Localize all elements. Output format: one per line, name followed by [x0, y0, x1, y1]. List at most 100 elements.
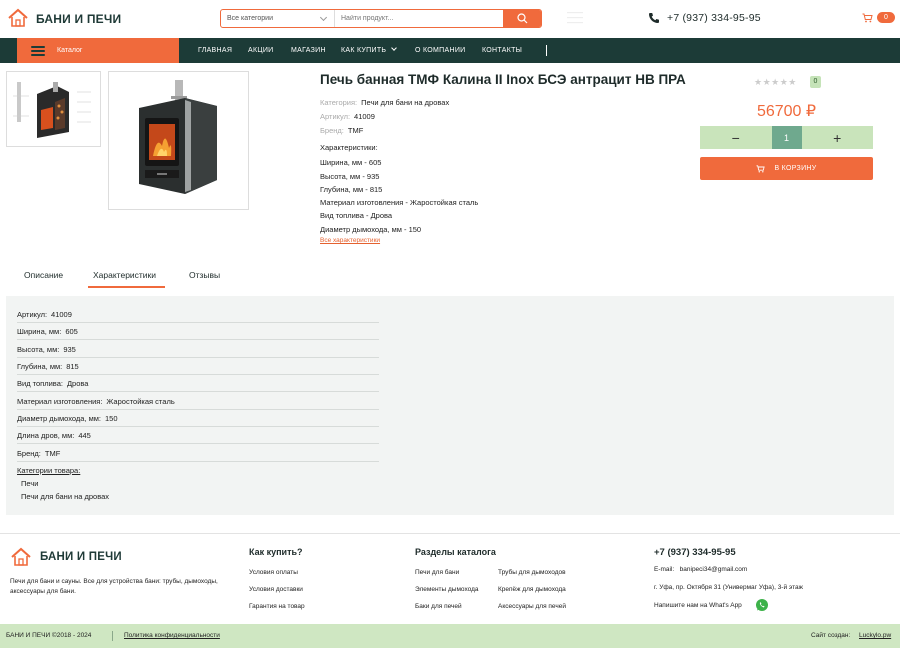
- spec-row: Ширина, мм: 605: [17, 327, 379, 340]
- menu-icon[interactable]: [567, 12, 583, 24]
- whatsapp-icon[interactable]: [755, 598, 769, 614]
- footer-divider: [0, 533, 900, 534]
- made-by-label: Сайт создан:: [811, 632, 851, 639]
- qty-plus-button[interactable]: +: [802, 126, 874, 149]
- search-category-label: Все категории: [227, 15, 273, 22]
- spec-row: Артикул: 41009: [17, 310, 379, 323]
- spec-line: Высота, мм - 935: [320, 172, 379, 181]
- spec-row-value: 445: [78, 431, 91, 440]
- rating-stars[interactable]: ★★★★★: [754, 77, 797, 88]
- spec-value: 815: [369, 185, 383, 194]
- header-phone[interactable]: +7 (937) 334-95-95: [667, 12, 761, 24]
- brand-value: TMF: [347, 126, 364, 135]
- all-specs-link[interactable]: Все характеристики: [320, 237, 380, 244]
- spec-value: Жаростойкая сталь: [410, 198, 479, 207]
- spec-line: Глубина, мм - 815: [320, 185, 382, 194]
- brand-label: Бренд:: [320, 126, 344, 135]
- email-link[interactable]: banipeci34@gmail.com: [680, 566, 748, 573]
- spec-row: Высота, мм: 935: [17, 345, 379, 358]
- privacy-link[interactable]: Политика конфиденциальности: [124, 624, 220, 648]
- add-to-cart-label: В КОРЗИНУ: [774, 165, 817, 172]
- phone-icon: [648, 12, 660, 26]
- nav-divider: [546, 45, 547, 56]
- category-link-pechi[interactable]: Печи: [21, 479, 38, 488]
- footer-address: г. Уфа, пр. Октября 31 (Универмаг Уфа), …: [654, 584, 803, 591]
- product-title: Печь банная ТМФ Калина II Inox БСЭ антра…: [320, 72, 686, 87]
- nav-item-home[interactable]: ГЛАВНАЯ: [198, 38, 232, 63]
- footer-link-warranty[interactable]: Гарантия на товар: [249, 603, 305, 610]
- spec-row: Длина дров, мм: 445: [17, 431, 379, 444]
- spec-row-key: Материал изготовления:: [17, 397, 103, 406]
- footer-link-chimney-fasteners[interactable]: Крепёж для дымохода: [498, 586, 566, 593]
- spec-row-key: Высота, мм:: [17, 345, 60, 354]
- bottom-divider: [112, 631, 113, 641]
- spec-row-value: 935: [63, 345, 76, 354]
- made-by-link[interactable]: Luckylo.pw: [859, 624, 891, 648]
- spec-value: 605: [368, 158, 382, 167]
- nav-item-shop[interactable]: МАГАЗИН: [291, 38, 326, 63]
- hamburger-icon: [31, 45, 45, 56]
- nav-item-how-to-buy-label: КАК КУПИТЬ: [341, 47, 387, 54]
- qty-minus-button[interactable]: −: [700, 126, 772, 149]
- search-button[interactable]: [503, 10, 541, 27]
- search-bar: Все категории: [220, 9, 542, 28]
- spec-row-value: 815: [66, 362, 79, 371]
- tab-reviews[interactable]: Отзывы: [189, 270, 220, 280]
- house-logo-icon[interactable]: [7, 7, 29, 29]
- footer-link-chimney-elements[interactable]: Элементы дымохода: [415, 586, 479, 593]
- email-label: E-mail:: [654, 566, 675, 573]
- article-label: Артикул:: [320, 112, 351, 121]
- tab-description[interactable]: Описание: [24, 270, 63, 280]
- product-thumbnail[interactable]: [6, 71, 101, 147]
- product-main-image[interactable]: [108, 71, 249, 210]
- catalog-label: Каталог: [57, 47, 83, 54]
- spec-key: Глубина, мм -: [320, 185, 368, 194]
- product-price: 56700 ₽: [756, 103, 817, 120]
- footer-link-chimney-pipes[interactable]: Трубы для дымоходов: [498, 569, 566, 576]
- nav-item-contacts[interactable]: КОНТАКТЫ: [482, 38, 522, 63]
- category-link[interactable]: Печи для бани на дровах: [361, 98, 449, 107]
- spec-row-key: Бренд:: [17, 449, 41, 458]
- footer-whatsapp-text[interactable]: Напишите нам на What's App: [654, 602, 742, 609]
- spec-row: Глубина, мм: 815: [17, 362, 379, 375]
- active-tab-indicator: [88, 286, 165, 288]
- footer-link-payment[interactable]: Условия оплаты: [249, 569, 298, 576]
- chevron-down-icon: [319, 13, 328, 22]
- spec-key: Материал изготовления -: [320, 198, 408, 207]
- stove-diagram-image: [13, 82, 91, 138]
- nav-item-sales[interactable]: АКЦИИ: [248, 38, 274, 63]
- footer-brand-name[interactable]: БАНИ И ПЕЧИ: [40, 551, 122, 563]
- footer-link-stove-accessories[interactable]: Аксессуары для печей: [498, 603, 566, 610]
- cart-icon: [756, 164, 766, 173]
- search-category-select[interactable]: Все категории: [221, 10, 335, 27]
- spec-row-key: Глубина, мм:: [17, 362, 63, 371]
- category-link-wood-stoves[interactable]: Печи для бани на дровах: [21, 492, 109, 501]
- qty-value[interactable]: 1: [771, 126, 802, 149]
- brand-name[interactable]: БАНИ И ПЕЧИ: [36, 12, 121, 26]
- spec-row-value: Жаростойкая сталь: [106, 397, 175, 406]
- tab-specs[interactable]: Характеристики: [93, 270, 156, 280]
- add-to-cart-button[interactable]: В КОРЗИНУ: [700, 157, 873, 180]
- nav-item-how-to-buy[interactable]: КАК КУПИТЬ: [341, 38, 398, 63]
- spec-value: 935: [366, 172, 380, 181]
- footer-link-delivery[interactable]: Условия доставки: [249, 586, 303, 593]
- spec-row-key: Артикул:: [17, 310, 48, 319]
- spec-row: Материал изготовления: Жаростойкая сталь: [17, 397, 379, 410]
- cart-icon[interactable]: [862, 13, 873, 25]
- footer-phone[interactable]: +7 (937) 334-95-95: [654, 547, 736, 558]
- product-article: Артикул: 41009: [320, 112, 375, 121]
- footer-link-stove-tanks[interactable]: Баки для печей: [415, 603, 462, 610]
- spec-line: Ширина, мм - 605: [320, 158, 381, 167]
- spec-value: Дрова: [370, 211, 393, 220]
- nav-item-about[interactable]: О КОМПАНИИ: [415, 38, 465, 63]
- spec-key: Диаметр дымохода, мм -: [320, 225, 407, 234]
- spec-key: Высота, мм -: [320, 172, 365, 181]
- search-input[interactable]: [335, 10, 503, 27]
- article-value: 41009: [354, 112, 375, 121]
- footer-sections-title: Разделы каталога: [415, 547, 496, 557]
- spec-row-value: Дрова: [66, 379, 89, 388]
- house-logo-icon[interactable]: [10, 546, 32, 568]
- footer-link-bath-stoves[interactable]: Печи для бани: [415, 569, 459, 576]
- catalog-button[interactable]: Каталог: [17, 38, 179, 63]
- search-icon: [516, 13, 527, 24]
